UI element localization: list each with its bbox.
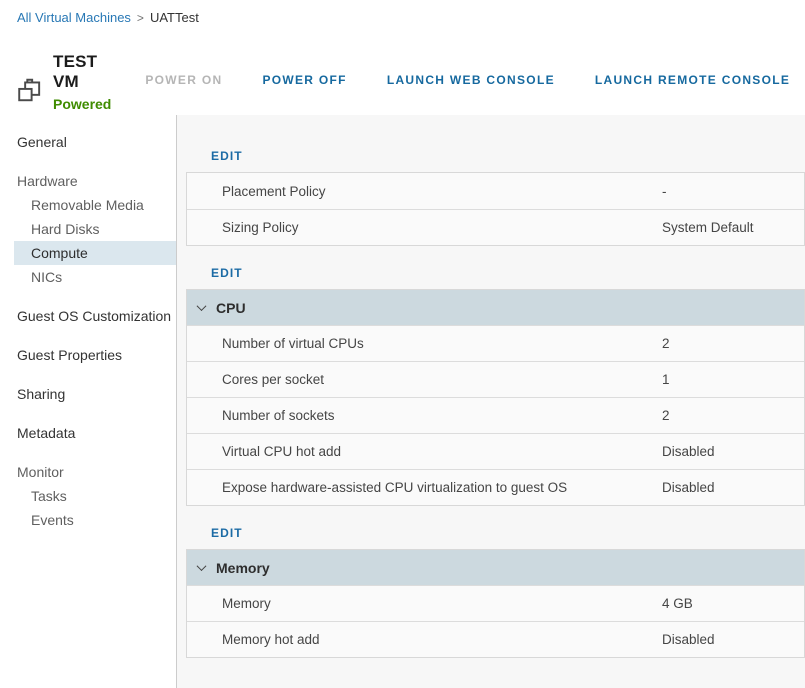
row-value: 1 <box>662 372 804 387</box>
row-label: Placement Policy <box>187 184 662 199</box>
row-label: Number of sockets <box>187 408 662 423</box>
cpu-section-header[interactable]: CPU <box>187 290 804 325</box>
vm-action-bar: POWER ON POWER OFF LAUNCH WEB CONSOLE LA… <box>145 73 805 87</box>
edit-memory-button[interactable]: EDIT <box>211 526 243 540</box>
breadcrumb: All Virtual Machines > UATTest <box>0 0 805 25</box>
section-title: CPU <box>216 300 246 316</box>
breadcrumb-current: UATTest <box>150 10 199 25</box>
table-row: Memory 4 GB <box>187 585 804 621</box>
row-value: - <box>662 184 804 199</box>
row-label: Expose hardware-assisted CPU virtualizat… <box>187 480 662 495</box>
sidebar-group-hardware: Hardware <box>14 169 176 193</box>
sidebar-item-metadata[interactable]: Metadata <box>14 421 176 445</box>
sidebar-item-nics[interactable]: NICs <box>14 265 176 289</box>
breadcrumb-separator-icon: > <box>137 11 144 25</box>
compute-detail-pane: EDIT Placement Policy - Sizing Policy Sy… <box>177 115 805 688</box>
sidebar-item-compute[interactable]: Compute <box>14 241 176 265</box>
table-row: Number of sockets 2 <box>187 397 804 433</box>
section-title: Memory <box>216 560 270 576</box>
cpu-table: CPU Number of virtual CPUs 2 Cores per s… <box>186 289 805 506</box>
sidebar-item-guest-os-customization[interactable]: Guest OS Customization <box>14 304 176 328</box>
policies-section: EDIT Placement Policy - Sizing Policy Sy… <box>186 147 805 246</box>
edit-cpu-button[interactable]: EDIT <box>211 266 243 280</box>
memory-table: Memory Memory 4 GB Memory hot add Disabl… <box>186 549 805 658</box>
sidebar-nav: General Hardware Removable Media Hard Di… <box>0 115 177 688</box>
launch-remote-console-button[interactable]: LAUNCH REMOTE CONSOLE <box>595 73 790 87</box>
row-value: 2 <box>662 336 804 351</box>
table-row: Sizing Policy System Default <box>187 209 804 245</box>
memory-section-header[interactable]: Memory <box>187 550 804 585</box>
table-row: Cores per socket 1 <box>187 361 804 397</box>
sidebar-item-removable-media[interactable]: Removable Media <box>14 193 176 217</box>
vm-icon <box>16 77 44 103</box>
launch-web-console-button[interactable]: LAUNCH WEB CONSOLE <box>387 73 555 87</box>
row-label: Number of virtual CPUs <box>187 336 662 351</box>
row-value: Disabled <box>662 480 804 495</box>
breadcrumb-link-all-vms[interactable]: All Virtual Machines <box>17 10 131 25</box>
power-off-button[interactable]: POWER OFF <box>262 73 346 87</box>
row-label: Memory hot add <box>187 632 662 647</box>
row-value: System Default <box>662 220 804 235</box>
page-header: All Virtual Machines > UATTest TEST VM P… <box>0 0 805 115</box>
table-row: Expose hardware-assisted CPU virtualizat… <box>187 469 804 505</box>
cpu-section: EDIT CPU Number of virtual CPUs 2 Cores … <box>186 264 805 506</box>
sidebar-item-events[interactable]: Events <box>14 508 176 532</box>
policies-table: Placement Policy - Sizing Policy System … <box>186 172 805 246</box>
row-value: Disabled <box>662 632 804 647</box>
sidebar-group-monitor: Monitor <box>14 460 176 484</box>
sidebar-item-general[interactable]: General <box>14 130 176 154</box>
row-label: Sizing Policy <box>187 220 662 235</box>
sidebar-item-tasks[interactable]: Tasks <box>14 484 176 508</box>
memory-section: EDIT Memory Memory 4 GB Memory hot add D… <box>186 524 805 658</box>
table-row: Virtual CPU hot add Disabled <box>187 433 804 469</box>
row-value: 2 <box>662 408 804 423</box>
vm-name: TEST VM <box>53 52 111 92</box>
table-row: Number of virtual CPUs 2 <box>187 325 804 361</box>
sidebar-item-guest-properties[interactable]: Guest Properties <box>14 343 176 367</box>
chevron-down-icon[interactable] <box>197 301 207 311</box>
row-label: Virtual CPU hot add <box>187 444 662 459</box>
table-row: Placement Policy - <box>187 173 804 209</box>
row-value: 4 GB <box>662 596 804 611</box>
sidebar-item-hard-disks[interactable]: Hard Disks <box>14 217 176 241</box>
edit-policies-button[interactable]: EDIT <box>211 149 243 163</box>
power-on-button: POWER ON <box>145 73 222 87</box>
row-value: Disabled <box>662 444 804 459</box>
table-row: Memory hot add Disabled <box>187 621 804 657</box>
row-label: Memory <box>187 596 662 611</box>
sidebar-item-sharing[interactable]: Sharing <box>14 382 176 406</box>
row-label: Cores per socket <box>187 372 662 387</box>
chevron-down-icon[interactable] <box>197 561 207 571</box>
